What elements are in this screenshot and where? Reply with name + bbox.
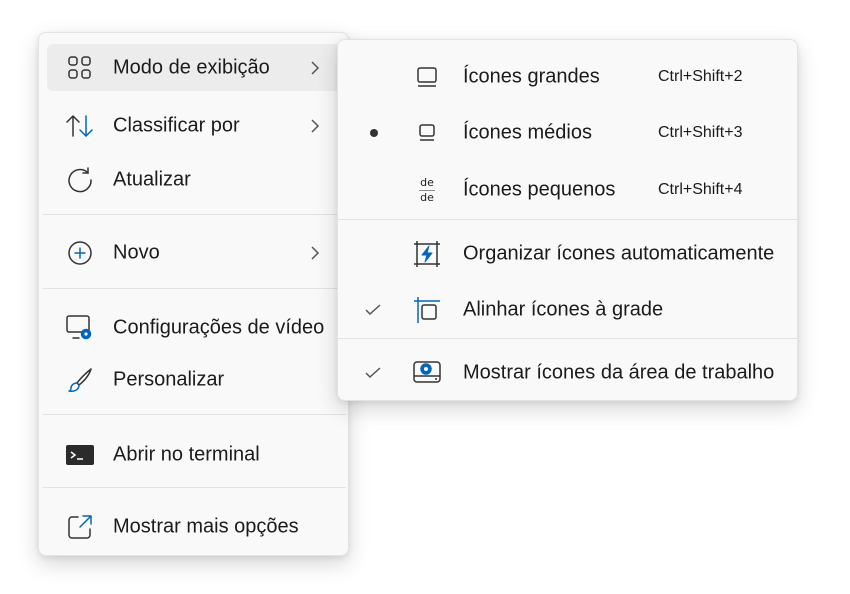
menu-item-refresh[interactable]: Atualizar — [39, 155, 350, 205]
submenu-item-label: Ícones pequenos — [463, 178, 616, 201]
submenu-item-label: Ícones grandes — [463, 65, 600, 88]
checkmark-icon — [364, 301, 382, 319]
chevron-right-icon — [308, 117, 322, 135]
refresh-icon — [65, 165, 95, 195]
large-icons-icon — [410, 60, 444, 94]
chevron-right-icon — [308, 244, 322, 262]
submenu-item-align-to-grid[interactable]: Alinhar ícones à grade — [338, 284, 799, 336]
brush-icon — [65, 365, 95, 395]
selected-bullet-icon — [365, 124, 383, 142]
shortcut-text: Ctrl+Shift+3 — [658, 124, 743, 141]
menu-item-label: Atualizar — [113, 168, 191, 191]
open-external-icon — [65, 512, 95, 542]
align-grid-icon — [410, 293, 444, 327]
submenu-item-label: Ícones médios — [463, 121, 592, 144]
auto-arrange-icon — [410, 237, 444, 271]
menu-item-open-terminal[interactable]: Abrir no terminal — [39, 430, 350, 480]
checkmark-icon — [364, 364, 382, 382]
menu-item-label: Configurações de vídeo — [113, 316, 325, 339]
menu-item-new[interactable]: Novo — [39, 228, 350, 278]
menu-separator — [43, 487, 346, 488]
submenu-item-label: Organizar ícones automaticamente — [463, 242, 775, 265]
display-settings-icon — [65, 313, 95, 343]
submenu-item-label: Alinhar ícones à grade — [463, 298, 664, 321]
shortcut-text: Ctrl+Shift+2 — [658, 68, 743, 85]
add-circle-icon — [65, 238, 95, 268]
submenu-item-medium-icons[interactable]: Ícones médios Ctrl+Shift+3 — [338, 106, 799, 160]
submenu-item-label: Mostrar ícones da área de trabalho — [463, 361, 775, 384]
small-icons-glyph-top: de — [420, 175, 434, 189]
menu-item-label: Mostrar mais opções — [113, 515, 299, 538]
view-submenu: Ícones grandes Ctrl+Shift+2 Ícones médio… — [337, 39, 799, 401]
menu-item-label: Modo de exibição — [113, 56, 270, 78]
menu-item-personalize[interactable]: Personalizar — [39, 355, 350, 405]
terminal-icon — [65, 440, 95, 470]
submenu-item-show-desktop-icons[interactable]: Mostrar ícones da área de trabalho — [338, 345, 799, 401]
small-icons-glyph-bottom: de — [420, 190, 434, 204]
submenu-item-large-icons[interactable]: Ícones grandes Ctrl+Shift+2 — [338, 50, 799, 104]
small-icons-icon: de de — [410, 173, 444, 207]
menu-item-sort[interactable]: Classificar por — [39, 101, 350, 151]
menu-separator — [43, 414, 346, 415]
submenu-item-auto-arrange[interactable]: Organizar ícones automaticamente — [338, 228, 799, 280]
grid-view-icon — [65, 53, 95, 83]
medium-icons-icon — [410, 116, 444, 150]
menu-separator — [43, 214, 346, 215]
menu-item-label: Novo — [113, 241, 160, 264]
shortcut-text: Ctrl+Shift+4 — [658, 181, 743, 198]
context-menu: Modo de exibição Classificar por Atualiz… — [38, 32, 349, 556]
chevron-right-icon — [308, 59, 322, 77]
menu-separator — [43, 288, 346, 289]
show-desktop-icons-icon — [410, 356, 444, 390]
menu-item-label: Abrir no terminal — [113, 443, 260, 466]
menu-item-label: Personalizar — [113, 368, 225, 391]
menu-item-show-more-options[interactable]: Mostrar mais opções — [39, 502, 350, 552]
menu-item-label: Classificar por — [113, 114, 240, 137]
submenu-separator — [338, 219, 799, 220]
menu-item-display-settings[interactable]: Configurações de vídeo — [39, 303, 350, 353]
submenu-separator — [338, 338, 799, 339]
menu-item-view[interactable]: Modo de exibição — [47, 44, 342, 91]
submenu-item-small-icons[interactable]: de de Ícones pequenos Ctrl+Shift+4 — [338, 162, 799, 218]
sort-arrows-icon — [65, 111, 95, 141]
